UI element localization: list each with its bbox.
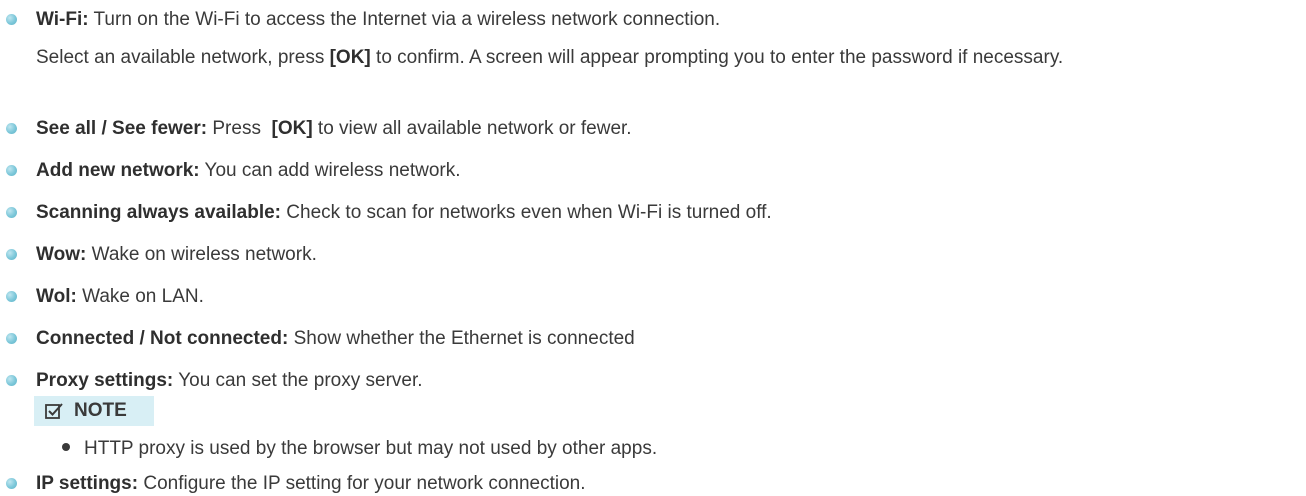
bullet-icon [6, 165, 17, 176]
item-term: See all / See fewer: [36, 118, 208, 139]
bullet-icon [6, 375, 17, 386]
item-desc: Turn on the Wi-Fi to access the Internet… [88, 9, 721, 30]
wifi-detail-paragraph: Select an available network, press [OK] … [36, 47, 1064, 68]
bullet-dot-icon [62, 443, 70, 451]
item-term: Scanning always available: [36, 202, 281, 223]
ok-key: [OK] [271, 118, 313, 139]
item-desc: You can set the proxy server. [173, 370, 423, 391]
bullet-icon [6, 207, 17, 218]
note-bullet-item: HTTP proxy is used by the browser but ma… [62, 437, 657, 461]
note-text: HTTP proxy is used by the browser but ma… [84, 438, 658, 459]
item-desc: Show whether the Ethernet is connected [288, 328, 635, 349]
bullet-icon [6, 123, 17, 134]
item-desc: You can add wireless network. [199, 160, 461, 181]
item-desc: Wake on wireless network. [86, 244, 317, 265]
bullet-icon [6, 249, 17, 260]
note-checkbox-icon [45, 403, 63, 419]
bullet-icon [6, 478, 17, 489]
item-term: Add new network: [36, 160, 200, 181]
bullet-icon [6, 14, 17, 25]
item-term: IP settings: [36, 473, 139, 494]
item-term: Wow: [36, 244, 87, 265]
item-term: Proxy settings: [36, 370, 174, 391]
item-term: Connected / Not connected: [36, 328, 289, 349]
manual-page: Wi-Fi: Turn on the Wi-Fi to access the I… [0, 0, 1306, 494]
note-label: NOTE [74, 400, 127, 421]
ok-key: [OK] [329, 47, 371, 68]
bullet-icon [6, 291, 17, 302]
bullet-icon [6, 333, 17, 344]
item-desc: Configure the IP setting for your networ… [138, 473, 586, 494]
item-term: Wi-Fi: [36, 9, 89, 30]
item-desc: Check to scan for networks even when Wi-… [281, 202, 772, 223]
item-term: Wol: [36, 286, 77, 307]
note-header: NOTE [34, 396, 154, 426]
item-desc: Wake on LAN. [76, 286, 204, 307]
